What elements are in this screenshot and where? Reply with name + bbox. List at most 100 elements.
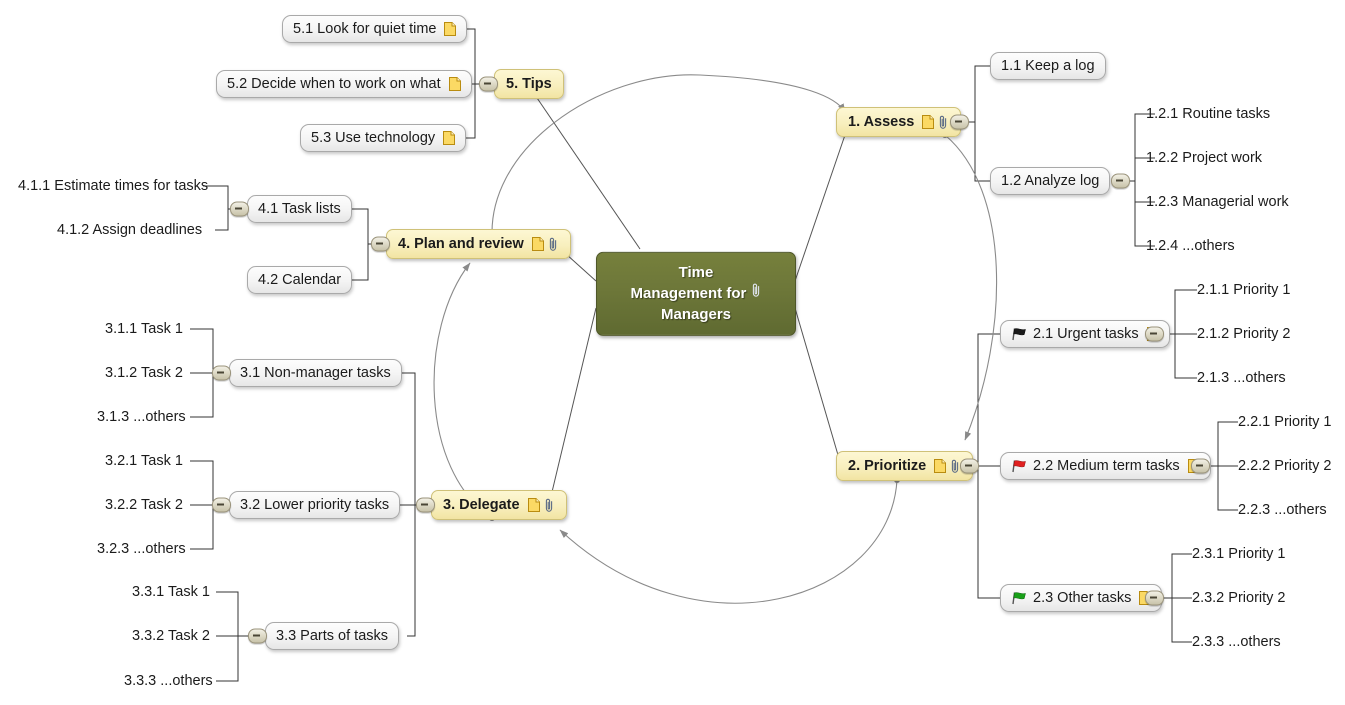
node-icons: [448, 77, 461, 91]
node-tips[interactable]: 5. Tips: [494, 69, 564, 99]
node-urgent-priority-2[interactable]: 2.1.2 Priority 2: [1197, 326, 1291, 342]
flag-icon-green[interactable]: [1011, 591, 1030, 605]
node-label: 3. Delegate: [443, 497, 520, 513]
node-look-for-quiet-time[interactable]: 5.1 Look for quiet time: [282, 15, 468, 43]
collapse-toggle-assess[interactable]: [950, 114, 969, 130]
node-label: 2.2.1 Priority 1: [1238, 414, 1332, 430]
collapse-toggle-task-lists[interactable]: [230, 201, 249, 217]
note-icon[interactable]: [444, 22, 457, 36]
node-label: 1.2 Analyze log: [1001, 173, 1100, 189]
node-project-work[interactable]: 1.2.2 Project work: [1146, 150, 1262, 166]
node-icons: [443, 131, 456, 145]
node-parts-task-1[interactable]: 3.3.1 Task 1: [132, 584, 210, 600]
collapse-toggle-parts-of-tasks[interactable]: [248, 628, 267, 644]
node-use-technology[interactable]: 5.3 Use technology: [300, 124, 467, 152]
node-urgent-others[interactable]: 2.1.3 ...others: [1197, 370, 1286, 386]
note-icon[interactable]: [531, 237, 544, 251]
node-other-others[interactable]: 2.3.3 ...others: [1192, 634, 1281, 650]
node-plan-and-review[interactable]: 4. Plan and review: [386, 229, 571, 259]
collapse-toggle-tips[interactable]: [479, 76, 498, 92]
collapse-toggle-other-tasks[interactable]: [1145, 590, 1164, 606]
note-icon[interactable]: [934, 459, 947, 473]
node-other-priority-2[interactable]: 2.3.2 Priority 2: [1192, 590, 1286, 606]
node-label: 2.1.3 ...others: [1197, 370, 1286, 386]
node-delegate[interactable]: 3. Delegate: [431, 490, 567, 520]
root-line-1: Time: [678, 263, 714, 281]
node-decide-when-to-work[interactable]: 5.2 Decide when to work on what: [216, 70, 472, 98]
attachment-icon[interactable]: [544, 498, 555, 513]
collapse-toggle-delegate[interactable]: [416, 497, 435, 513]
node-medium-priority-2[interactable]: 2.2.2 Priority 2: [1238, 458, 1332, 474]
node-label: 3.2.3 ...others: [97, 541, 186, 557]
links-assess: [952, 65, 1155, 247]
collapse-toggle-urgent-tasks[interactable]: [1145, 326, 1164, 342]
attachment-icon[interactable]: [548, 237, 559, 252]
collapse-toggle-lower-priority-tasks[interactable]: [212, 497, 231, 513]
node-non-manager-tasks[interactable]: 3.1 Non-manager tasks: [229, 359, 402, 387]
flag-icon-black[interactable]: [1011, 327, 1030, 341]
node-other-priority-1[interactable]: 2.3.1 Priority 1: [1192, 546, 1286, 562]
node-non-manager-others[interactable]: 3.1.3 ...others: [97, 409, 186, 425]
node-icons: [527, 498, 555, 513]
node-analyze-log[interactable]: 1.2 Analyze log: [990, 167, 1111, 195]
note-icon[interactable]: [922, 115, 935, 129]
node-parts-task-2[interactable]: 3.3.2 Task 2: [132, 628, 210, 644]
node-routine-tasks[interactable]: 1.2.1 Routine tasks: [1146, 106, 1270, 122]
node-label: 2.1.1 Priority 1: [1197, 282, 1291, 298]
node-other-tasks[interactable]: 2.3 Other tasks: [1000, 584, 1163, 612]
link-root-prioritize: [794, 307, 839, 456]
node-lower-priority-tasks[interactable]: 3.2 Lower priority tasks: [229, 491, 401, 519]
node-lower-priority-task-1[interactable]: 3.2.1 Task 1: [105, 453, 183, 469]
node-lower-priority-others[interactable]: 3.2.3 ...others: [97, 541, 186, 557]
node-label: 3.2.2 Task 2: [105, 497, 183, 513]
node-label: 3.3.3 ...others: [124, 673, 213, 689]
node-label: 3.3.2 Task 2: [132, 628, 210, 644]
collapse-toggle-medium-term-tasks[interactable]: [1191, 458, 1210, 474]
node-icons: [922, 115, 949, 130]
collapse-toggle-prioritize[interactable]: [960, 458, 979, 474]
node-label: 1.1 Keep a log: [1001, 58, 1095, 74]
node-label: 3.1.3 ...others: [97, 409, 186, 425]
relationship-plan-to-assess: [491, 74, 846, 248]
node-parts-others[interactable]: 3.3.3 ...others: [124, 673, 213, 689]
node-label: 2. Prioritize: [848, 458, 927, 474]
note-icon[interactable]: [527, 498, 540, 512]
root-line-2: Management for: [630, 283, 761, 304]
attachment-icon[interactable]: [938, 115, 949, 130]
node-medium-others[interactable]: 2.2.3 ...others: [1238, 502, 1327, 518]
node-label: 1.2.2 Project work: [1146, 150, 1263, 166]
node-managerial-work[interactable]: 1.2.3 Managerial work: [1146, 194, 1289, 210]
relationship-delegate-to-plan: [433, 262, 493, 519]
node-estimate-times[interactable]: 4.1.1 Estimate times for tasks: [18, 178, 208, 194]
collapse-toggle-plan-and-review[interactable]: [371, 236, 390, 252]
node-label: 3.2 Lower priority tasks: [240, 497, 390, 513]
node-label: 5.3 Use technology: [311, 130, 436, 146]
node-non-manager-task-1[interactable]: 3.1.1 Task 1: [105, 321, 183, 337]
node-calendar[interactable]: 4.2 Calendar: [247, 266, 353, 294]
note-icon[interactable]: [443, 131, 456, 145]
node-task-lists[interactable]: 4.1 Task lists: [247, 195, 352, 223]
node-label: 3.1.2 Task 2: [105, 365, 183, 381]
node-label: 2.2.2 Priority 2: [1238, 458, 1332, 474]
node-label: 2.2.3 ...others: [1238, 502, 1327, 518]
node-assign-deadlines[interactable]: 4.1.2 Assign deadlines: [57, 222, 202, 238]
flag-icon-red[interactable]: [1011, 459, 1030, 473]
node-prioritize[interactable]: 2. Prioritize: [836, 451, 974, 481]
node-lower-priority-task-2[interactable]: 3.2.2 Task 2: [105, 497, 183, 513]
node-urgent-priority-1[interactable]: 2.1.1 Priority 1: [1197, 282, 1291, 298]
note-icon[interactable]: [448, 77, 461, 91]
root-node[interactable]: Time Management for Managers: [596, 251, 796, 337]
node-parts-of-tasks[interactable]: 3.3 Parts of tasks: [265, 622, 400, 650]
link-root-delegate: [551, 307, 597, 493]
collapse-toggle-analyze-log[interactable]: [1111, 173, 1130, 189]
collapse-toggle-non-manager-tasks[interactable]: [212, 365, 231, 381]
node-assess[interactable]: 1. Assess: [836, 107, 962, 137]
node-label: 4.1 Task lists: [258, 201, 341, 217]
node-assess-others[interactable]: 1.2.4 ...others: [1146, 238, 1235, 254]
node-non-manager-task-2[interactable]: 3.1.2 Task 2: [105, 365, 183, 381]
node-keep-a-log[interactable]: 1.1 Keep a log: [990, 52, 1106, 80]
relationship-arrows: [433, 74, 998, 604]
node-medium-term-tasks[interactable]: 2.2 Medium term tasks: [1000, 452, 1211, 480]
attachment-icon: [751, 283, 762, 298]
node-medium-priority-1[interactable]: 2.2.1 Priority 1: [1238, 414, 1332, 430]
